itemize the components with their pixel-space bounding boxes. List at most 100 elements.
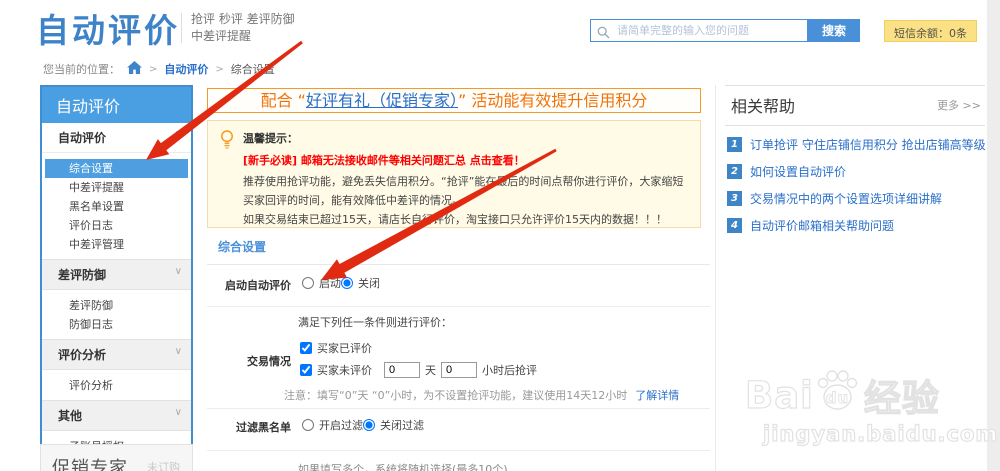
sidebar-section-other[interactable]: 其他 ∨ (42, 400, 191, 431)
help-item-2[interactable]: 2 如何设置自动评价 (727, 163, 985, 180)
chevron-down-icon: ∨ (175, 407, 182, 418)
section-title: 综合设置 (207, 238, 710, 265)
breadcrumb-separator: > (149, 64, 157, 75)
help-more-link[interactable]: 更多 >> (937, 97, 981, 113)
breadcrumb-current: 综合设置 (231, 61, 275, 77)
tagline-row-2: 中差评提醒 (191, 28, 295, 45)
chevron-down-icon: ∨ (175, 346, 182, 357)
help-panel: 相关帮助 更多 >> 1 订单抢评 守住店铺信用积分 抢出店铺高等级 2 如何设… (725, 85, 985, 244)
help-item-3[interactable]: 3 交易情况中的两个设置选项详细讲解 (727, 190, 985, 207)
sidebar-section-defense[interactable]: 差评防御 ∨ (42, 259, 191, 290)
sidebar-item-defense-log[interactable]: 防御日志 (42, 315, 191, 334)
column-divider (715, 85, 716, 471)
buyer-not-reviewed-checkbox[interactable] (300, 364, 312, 376)
watermark-url: jingyan.baidu.com (763, 422, 998, 446)
help-item-1[interactable]: 1 订单抢评 守住店铺信用积分 抢出店铺高等级 (727, 136, 985, 153)
notice-alert-link[interactable]: [新手必读] 邮箱无法接收邮件等相关问题汇总 点击查看！ (243, 152, 690, 168)
radio-close[interactable] (341, 277, 353, 289)
promo-status: 未订购 (147, 459, 180, 471)
sidebar-item-general-settings[interactable]: 综合设置 (45, 159, 188, 178)
banner-link[interactable]: 好评有礼（促销专家） (306, 91, 458, 110)
radio-start[interactable] (302, 277, 314, 289)
trade-note: 注意：填写“0”天 “0”小时，为不设置抢评功能，建议使用14天12小时了解详情 (284, 387, 679, 403)
sidebar-item-defense[interactable]: 差评防御 (42, 296, 191, 315)
divider (207, 450, 710, 451)
hours-input[interactable] (441, 362, 477, 378)
buyer-reviewed-label[interactable]: 买家已评价 (317, 340, 372, 356)
logo-divider (181, 13, 182, 43)
watermark-brand-cn: 经验 (864, 368, 940, 422)
watermark-brand: Bai (745, 374, 814, 417)
sms-balance-badge: 短信余额：0条 (884, 20, 977, 42)
tagline-row-1: 抢评 秒评 差评防御 (191, 11, 295, 28)
trade-condition-hint: 满足下列任一条件则进行评价： (298, 314, 452, 330)
radio-filter-on-label[interactable]: 开启过滤 (319, 417, 363, 433)
breadcrumb-link-auto-eval[interactable]: 自动评价 (164, 61, 208, 77)
sidebar-section-auto-eval[interactable]: 自动评价 ∨ (42, 123, 191, 153)
radio-filter-on[interactable] (302, 419, 314, 431)
radio-filter-off[interactable] (363, 419, 375, 431)
help-item-link[interactable]: 如何设置自动评价 (750, 163, 846, 180)
auto-eval-radios: 启动 关闭 (302, 275, 380, 291)
app-logo: 自动评价 (36, 4, 180, 52)
breadcrumb-prefix: 您当前的位置： (43, 61, 120, 77)
banner-text: 配合 “ (261, 91, 306, 110)
trade-status-label: 交易情况 (205, 353, 291, 369)
help-item-link[interactable]: 交易情况中的两个设置选项详细讲解 (750, 190, 942, 207)
sidebar-section-analysis[interactable]: 评价分析 ∨ (42, 339, 191, 370)
promo-banner: 配合 “好评有礼（促销专家）” 活动能有效提升信用积分 (207, 88, 701, 113)
help-item-number: 4 (727, 218, 742, 233)
banner-text: ” 活动能有效提升信用积分 (458, 91, 647, 110)
search-icon (597, 24, 610, 43)
sidebar-item-bad-review-manage[interactable]: 中差评管理 (42, 235, 191, 254)
promo-box: 促销专家 未订购 (40, 444, 193, 471)
chevron-down-icon: ∨ (175, 129, 182, 140)
sidebar-item-analysis[interactable]: 评价分析 (42, 376, 191, 395)
radio-close-label[interactable]: 关闭 (358, 275, 380, 291)
help-item-number: 1 (727, 137, 742, 152)
breadcrumb: 您当前的位置： > 自动评价 > 综合设置 (43, 61, 275, 77)
notice-body: 温馨提示： [新手必读] 邮箱无法接收邮件等相关问题汇总 点击查看！ 推荐使用抢… (243, 130, 690, 219)
help-item-link[interactable]: 自动评价邮箱相关帮助问题 (750, 217, 894, 234)
help-item-4[interactable]: 4 自动评价邮箱相关帮助问题 (727, 217, 985, 234)
help-item-number: 3 (727, 191, 742, 206)
trade-note-text: 注意：填写“0”天 “0”小时，为不设置抢评功能，建议使用14天12小时 (284, 389, 627, 402)
sidebar-title: 自动评价 (42, 87, 191, 123)
notice-line-2: 如果交易结束已超过15天，请店长自行评价，淘宝接口只允许评价15天内的数据！！！ (243, 210, 690, 229)
sidebar-group: 差评防御 防御日志 (42, 290, 191, 339)
sidebar-item-blacklist-settings[interactable]: 黑名单设置 (42, 197, 191, 216)
divider (207, 408, 710, 409)
buyer-reviewed-checkbox[interactable] (300, 342, 312, 354)
sidebar-section-label: 自动评价 (58, 131, 106, 145)
home-icon[interactable] (127, 61, 142, 77)
search-button[interactable]: 搜索 (808, 19, 860, 42)
search-bar: 搜索 (590, 19, 860, 42)
buyer-not-reviewed-label[interactable]: 买家未评价 (317, 362, 372, 378)
breadcrumb-separator: > (215, 64, 223, 75)
sidebar-group: 评价分析 (42, 370, 191, 400)
sidebar-item-bad-review-reminder[interactable]: 中差评提醒 (42, 178, 191, 197)
paw-icon: du (814, 370, 860, 421)
learn-more-link[interactable]: 了解详情 (635, 389, 679, 402)
notice-box: 温馨提示： [新手必读] 邮箱无法接收邮件等相关问题汇总 点击查看！ 推荐使用抢… (207, 120, 701, 228)
auto-eval-label: 启动自动评价 (205, 277, 291, 293)
notice-title: 温馨提示： (243, 130, 690, 146)
radio-filter-off-label[interactable]: 关闭过滤 (380, 417, 424, 433)
search-input[interactable] (590, 19, 808, 42)
radio-start-label[interactable]: 启动 (319, 275, 341, 291)
sidebar-section-label: 差评防御 (58, 268, 106, 282)
help-title: 相关帮助 (731, 93, 795, 117)
sidebar-group: 综合设置 中差评提醒 黑名单设置 评价日志 中差评管理 (42, 153, 191, 259)
days-unit-label: 天 (425, 362, 436, 378)
sidebar-item-review-log[interactable]: 评价日志 (42, 216, 191, 235)
sidebar-section-label: 其他 (58, 409, 82, 423)
next-row-partial-text: 如果填写多个，系统将随机选择(最多10个) (298, 461, 508, 471)
help-item-link[interactable]: 订单抢评 守住店铺信用积分 抢出店铺高等级 (750, 136, 986, 153)
sidebar: 自动评价 自动评价 ∨ 综合设置 中差评提醒 黑名单设置 评价日志 中差评管理 … (40, 85, 193, 463)
sidebar-section-label: 评价分析 (58, 348, 106, 362)
page: 自动评价 抢评 秒评 差评防御 中差评提醒 搜索 短信余额：0条 您当前的位置：… (0, 0, 1000, 471)
blacklist-radios: 开启过滤 关闭过滤 (302, 417, 424, 433)
lightbulb-icon (220, 130, 234, 219)
divider (207, 306, 710, 307)
days-input[interactable] (384, 362, 420, 378)
